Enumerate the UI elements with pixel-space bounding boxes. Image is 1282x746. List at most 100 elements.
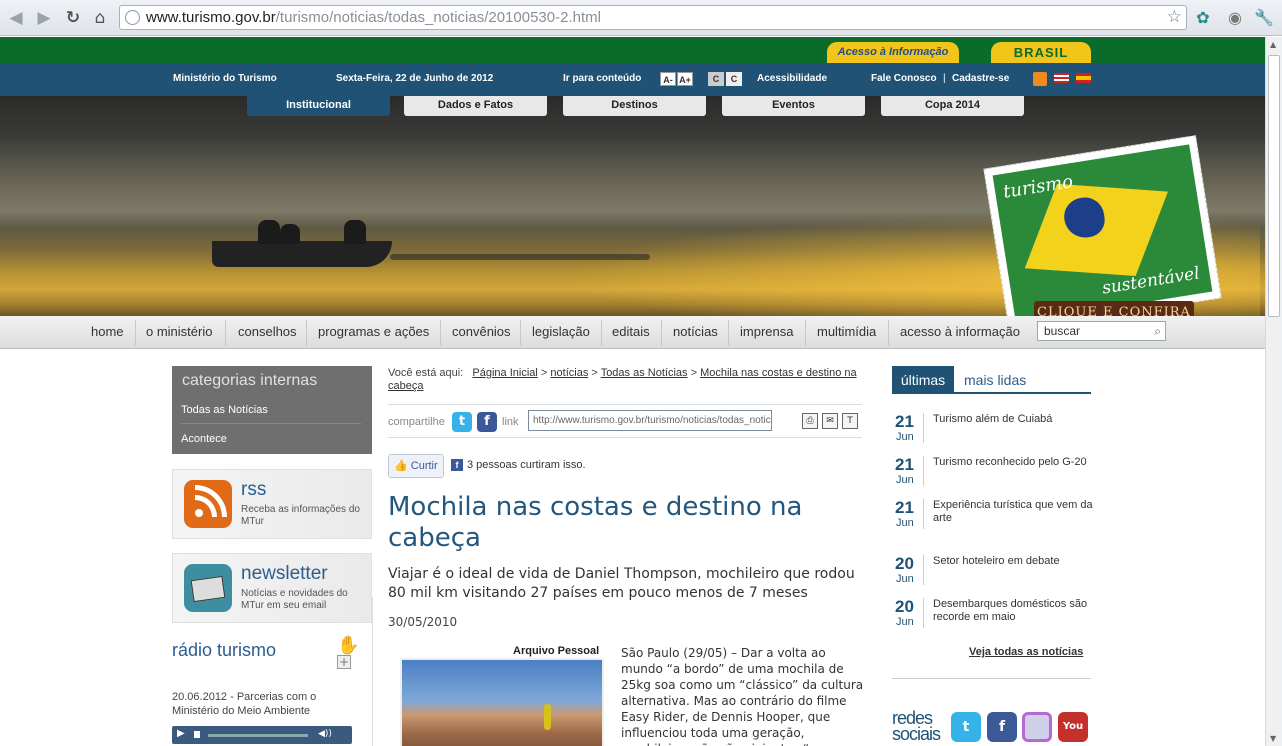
font-increase-button[interactable]: A+: [677, 72, 693, 86]
search-placeholder: buscar: [1044, 324, 1081, 338]
breadcrumb-home[interactable]: Página Inicial: [472, 367, 537, 379]
font-decrease-button[interactable]: A-: [660, 72, 676, 86]
news-item[interactable]: 21 Jun Experiência turística que vem da …: [892, 499, 1093, 539]
radio-item[interactable]: 20.06.2012 - Parcerias com o Ministério …: [172, 690, 352, 718]
home-icon[interactable]: ⌂: [90, 8, 110, 28]
scroll-down-icon[interactable]: ▼: [1270, 734, 1276, 743]
menu-noticias[interactable]: notícias: [673, 324, 718, 339]
contact-link[interactable]: Fale Conosco: [871, 73, 937, 84]
clique-e-confira-button[interactable]: CLIQUE E CONFIRA: [1034, 301, 1194, 316]
breadcrumb-separator: >: [540, 367, 548, 379]
text-size-icon[interactable]: T: [842, 413, 858, 429]
contrast-button-1[interactable]: C: [708, 72, 724, 86]
tab-institucional[interactable]: Institucional: [247, 96, 390, 116]
microphone-icon[interactable]: ✋ +: [337, 635, 359, 671]
contrast-button-2[interactable]: C: [726, 72, 742, 86]
brasil-link[interactable]: BRASIL: [991, 42, 1091, 63]
news-item[interactable]: 20 Jun Desembarques domésticos são recor…: [892, 598, 1091, 638]
play-icon[interactable]: ▶: [177, 728, 185, 739]
person-silhouette: [344, 220, 366, 244]
tab-latest[interactable]: últimas: [892, 366, 954, 394]
address-bar[interactable]: www.turismo.gov.br/turismo/noticias/toda…: [119, 5, 1187, 30]
reload-icon[interactable]: ↻: [63, 8, 83, 28]
tab-eventos[interactable]: Eventos: [722, 96, 865, 116]
news-title[interactable]: Experiência turística que vem da arte: [933, 499, 1093, 525]
see-all-news-link[interactable]: Veja todas as notícias: [969, 646, 1083, 658]
news-title[interactable]: Setor hoteleiro em debate: [933, 555, 1093, 568]
rss-icon[interactable]: [1033, 72, 1047, 86]
news-item[interactable]: 21 Jun Turismo reconhecido pelo G-20: [892, 456, 1091, 496]
menu-divider: [520, 320, 521, 346]
menu-programas-e-acoes[interactable]: programas e ações: [318, 324, 429, 339]
news-title[interactable]: Turismo reconhecido pelo G-20: [933, 456, 1093, 469]
main-menu: home o ministério conselhos programas e …: [0, 316, 1265, 349]
accessibility-link[interactable]: Acessibilidade: [757, 73, 827, 84]
back-icon[interactable]: ◀: [6, 8, 26, 28]
news-item[interactable]: 20 Jun Setor hoteleiro em debate: [892, 555, 1091, 595]
extension-eye-icon[interactable]: ◉: [1225, 8, 1245, 28]
tab-dados-e-fatos[interactable]: Dados e Fatos: [404, 96, 547, 116]
volume-icon[interactable]: ◀)): [318, 729, 332, 739]
person-silhouette: [280, 224, 300, 244]
goto-content-link[interactable]: Ir para conteúdo: [563, 73, 641, 84]
audio-player[interactable]: ▶ ◀)): [172, 726, 352, 744]
audio-progress-bar[interactable]: [208, 734, 308, 737]
breadcrumb: Você está aqui: Página Inicial > notícia…: [388, 367, 858, 393]
twitter-share-icon[interactable]: t: [452, 412, 472, 432]
person-silhouette: [258, 220, 280, 244]
menu-multimidia[interactable]: multimídia: [817, 324, 876, 339]
sustainable-tourism-stamp[interactable]: turismo sustentável: [983, 135, 1222, 316]
print-icon[interactable]: ⎙: [802, 413, 818, 429]
tab-destinos[interactable]: Destinos: [563, 96, 706, 116]
search-input[interactable]: buscar ⌕: [1037, 321, 1166, 341]
facebook-like-button[interactable]: 👍 Curtir: [388, 454, 444, 478]
newsletter-promo[interactable]: newsletter Notícias e novidades do MTur …: [172, 553, 372, 623]
scrollbar[interactable]: ▲ ▼: [1265, 37, 1282, 746]
menu-acesso-a-informacao[interactable]: acesso à informação: [900, 324, 1020, 339]
rss-promo[interactable]: rss Receba as informações do MTur: [172, 469, 372, 539]
menu-convenios[interactable]: convênios: [452, 324, 511, 339]
category-todas-as-noticias[interactable]: Todas as Notícias: [181, 404, 268, 416]
search-icon[interactable]: ⌕: [1154, 322, 1161, 340]
breadcrumb-all-news[interactable]: Todas as Notícias: [601, 367, 688, 379]
font-size-controls: A- A+: [660, 72, 693, 86]
bookmark-star-icon[interactable]: ☆: [1167, 7, 1182, 27]
hiker-figure: [544, 704, 551, 730]
forward-icon[interactable]: ▶: [34, 8, 54, 28]
news-title[interactable]: Turismo além de Cuiabá: [933, 413, 1093, 426]
send-icon[interactable]: ✉: [822, 413, 838, 429]
news-month: Jun: [896, 616, 914, 628]
tab-copa-2014[interactable]: Copa 2014: [881, 96, 1024, 116]
facebook-share-icon[interactable]: f: [477, 412, 497, 432]
orkut-icon[interactable]: [1022, 712, 1052, 742]
twitter-icon[interactable]: t: [951, 712, 981, 742]
tab-most-read[interactable]: mais lidas: [964, 372, 1026, 388]
wrench-icon[interactable]: 🔧: [1254, 8, 1274, 28]
youtube-icon[interactable]: You: [1058, 712, 1088, 742]
scrollbar-thumb[interactable]: [1268, 55, 1280, 317]
breadcrumb-news[interactable]: notícias: [550, 367, 588, 379]
news-title[interactable]: Desembarques domésticos são recorde em m…: [933, 598, 1093, 624]
spanish-flag-icon[interactable]: [1076, 73, 1091, 83]
share-bar: compartilhe t f link ⎙ ✉ T: [388, 404, 862, 438]
facebook-icon[interactable]: f: [987, 712, 1017, 742]
permalink-field[interactable]: [528, 410, 772, 431]
menu-editais[interactable]: editais: [612, 324, 650, 339]
access-information-link[interactable]: Acesso à Informação: [827, 42, 959, 63]
news-day: 20: [895, 597, 914, 616]
extension-icon[interactable]: ✿: [1193, 8, 1213, 28]
hero-banner[interactable]: Institucional Dados e Fatos Destinos Eve…: [0, 96, 1265, 316]
english-flag-icon[interactable]: [1054, 73, 1069, 83]
menu-legislacao[interactable]: legislação: [532, 324, 590, 339]
menu-imprensa[interactable]: imprensa: [740, 324, 793, 339]
menu-o-ministerio[interactable]: o ministério: [146, 324, 212, 339]
article-photo[interactable]: [400, 658, 604, 746]
scroll-up-icon[interactable]: ▲: [1270, 40, 1276, 49]
news-item[interactable]: 21 Jun Turismo além de Cuiabá: [892, 413, 1091, 453]
browser-window: ◀ ▶ ↻ ⌂ www.turismo.gov.br/turismo/notic…: [0, 0, 1282, 746]
signup-link[interactable]: Cadastre-se: [952, 73, 1009, 84]
menu-conselhos[interactable]: conselhos: [238, 324, 297, 339]
category-acontece[interactable]: Acontece: [181, 433, 227, 445]
menu-home[interactable]: home: [91, 324, 124, 339]
stop-icon[interactable]: [194, 731, 200, 738]
